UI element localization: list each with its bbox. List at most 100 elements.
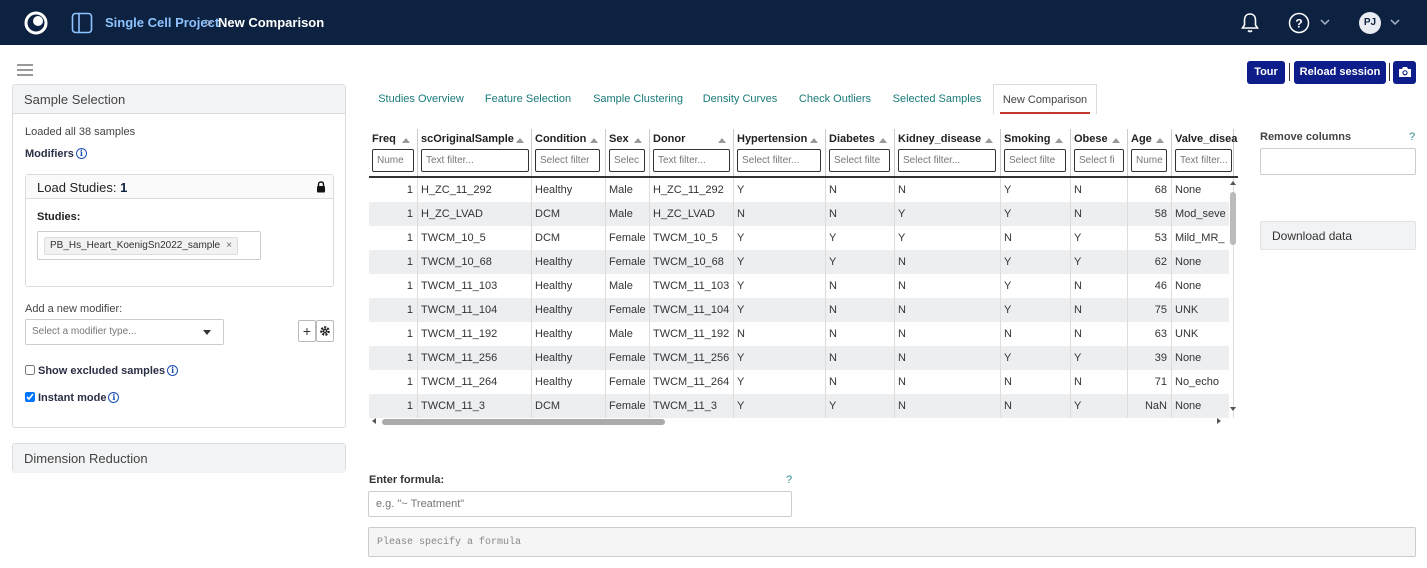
hamburger-icon[interactable] [17,64,33,76]
modifier-settings-button[interactable] [316,320,334,342]
help-icon[interactable]: ? [1288,12,1310,34]
column-filter-input[interactable]: Select filter... [898,149,996,172]
sort-icon[interactable] [879,138,887,143]
reload-session-button[interactable]: Reload session [1294,61,1386,84]
sample-selection-title[interactable]: Sample Selection [13,85,345,114]
table-row[interactable]: 1 TWCM_11_3 DCM Female TWCM_11_3 Y Y N N Y NaN None [369,394,1234,418]
tab-studies-overview[interactable]: Studies Overview [368,84,474,114]
column-header-sex[interactable]: Sex Selec [606,129,650,177]
sort-icon[interactable] [634,138,642,143]
column-header-age[interactable]: Age Nume [1128,129,1172,177]
column-header-scoriginalsample[interactable]: scOriginalSample Text filter... [418,129,532,177]
sort-icon[interactable] [1112,138,1120,143]
scroll-down-icon[interactable] [1230,407,1236,411]
show-excluded-toggle[interactable]: Show excluded samples i [25,365,179,377]
column-header-diabetes[interactable]: Diabetes Select filte [826,129,895,177]
instant-mode-toggle[interactable]: Instant mode i [25,392,120,404]
sort-icon[interactable] [985,138,993,143]
tab-new-comparison[interactable]: New Comparison [993,84,1097,114]
tab-check-outliers[interactable]: Check Outliers [794,84,876,114]
column-filter-input[interactable]: Nume [1131,149,1167,172]
show-excluded-checkbox[interactable] [25,365,35,375]
tab-sample-clustering[interactable]: Sample Clustering [586,84,690,114]
column-header-freq[interactable]: Freq Nume [369,129,418,177]
instant-mode-checkbox[interactable] [25,392,35,402]
column-title[interactable]: Freq [372,133,396,145]
table-row[interactable]: 1 TWCM_10_68 Healthy Female TWCM_10_68 Y Y N Y Y 6… [369,250,1234,274]
vertical-scrollbar[interactable] [1229,178,1238,416]
scroll-left-icon[interactable] [372,418,376,424]
column-header-kidney-disease[interactable]: Kidney_disease Select filter... [895,129,1001,177]
column-header-donor[interactable]: Donor Text filter... [650,129,734,177]
table-row[interactable]: 1 TWCM_11_103 Healthy Male TWCM_11_103 Y N N Y N 4… [369,274,1234,298]
column-title[interactable]: Valve_disea [1175,133,1237,145]
tour-button[interactable]: Tour [1247,61,1285,84]
lock-icon[interactable] [316,181,326,193]
sort-icon[interactable] [1055,138,1063,143]
table-row[interactable]: 1 TWCM_11_264 Healthy Female TWCM_11_264 Y N N N… [369,370,1234,394]
horizontal-scroll-thumb[interactable] [382,419,665,425]
modifier-type-select[interactable]: Select a modifier type... [25,319,224,345]
download-data-button[interactable]: Download data [1260,221,1416,250]
column-title[interactable]: Kidney_disease [898,133,981,145]
column-header-hypertension[interactable]: Hypertension Select filter... [734,129,826,177]
column-header-smoking[interactable]: Smoking Select filte [1001,129,1071,177]
column-filter-input[interactable]: Text filter... [1175,149,1232,172]
tab-density-curves[interactable]: Density Curves [698,84,782,114]
column-filter-input[interactable]: Select fi [1074,149,1124,172]
scroll-up-icon[interactable] [1230,181,1236,185]
column-title[interactable]: Obese [1074,133,1108,145]
sort-icon[interactable] [810,138,818,143]
formula-help-icon[interactable]: ? [786,474,792,486]
breadcrumb-project[interactable]: Single Cell Project [105,15,219,30]
sort-icon[interactable] [402,138,410,143]
dimension-reduction-title[interactable]: Dimension Reduction [13,444,345,473]
column-filter-input[interactable]: Select filte [1004,149,1066,172]
sort-icon[interactable] [1156,138,1164,143]
dimension-reduction-panel[interactable]: Dimension Reduction [12,443,346,473]
sort-icon[interactable] [516,138,524,143]
column-header-condition[interactable]: Condition Select filter [532,129,606,177]
column-header-obese[interactable]: Obese Select fi [1071,129,1128,177]
column-title[interactable]: Smoking [1004,133,1050,145]
column-filter-input[interactable]: Select filter [535,149,600,172]
column-title[interactable]: scOriginalSample [421,133,514,145]
table-row[interactable]: 1 TWCM_11_104 Healthy Female TWCM_11_104 Y N N Y… [369,298,1234,322]
info-icon[interactable]: i [167,365,179,376]
avatar[interactable]: PJ [1359,12,1381,34]
column-filter-input[interactable]: Select filter... [737,149,821,172]
vertical-scroll-thumb[interactable] [1230,192,1236,245]
table-row[interactable]: 1 H_ZC_LVAD DCM Male H_ZC_LVAD N N Y Y N 58 Mod_sev… [369,202,1234,226]
formula-input[interactable] [368,491,792,517]
remove-columns-select[interactable] [1260,148,1416,175]
table-row[interactable]: 1 TWCM_11_256 Healthy Female TWCM_11_256 Y N N Y… [369,346,1234,370]
remove-columns-help-icon[interactable]: ? [1409,131,1415,143]
column-title[interactable]: Condition [535,133,586,145]
column-header-valve-disease[interactable]: Valve_disea Text filter... [1172,129,1237,177]
horizontal-scrollbar[interactable] [369,416,1229,427]
column-filter-input[interactable]: Nume [372,149,414,172]
table-row[interactable]: 1 H_ZC_11_292 Healthy Male H_ZC_11_292 Y N N Y N 6… [369,178,1234,202]
info-icon[interactable]: i [75,148,87,159]
column-filter-input[interactable]: Text filter... [653,149,730,172]
table-row[interactable]: 1 TWCM_10_5 DCM Female TWCM_10_5 Y Y Y N Y 53 Mild_… [369,226,1234,250]
screenshot-button[interactable] [1393,61,1416,84]
column-title[interactable]: Sex [609,133,629,145]
sort-icon[interactable] [590,138,598,143]
studies-select[interactable]: PB_Hs_Heart_KoenigSn2022_sample × [37,231,261,260]
column-title[interactable]: Diabetes [829,133,875,145]
column-filter-input[interactable]: Selec [609,149,645,172]
scroll-right-icon[interactable] [1217,418,1221,424]
chevron-down-icon[interactable] [1320,18,1330,26]
table-row[interactable]: 1 TWCM_11_192 Healthy Male TWCM_11_192 N N N N N 6… [369,322,1234,346]
info-icon[interactable]: i [108,392,120,403]
sort-icon[interactable] [718,138,726,143]
chevron-down-icon[interactable] [1390,18,1400,26]
bell-icon[interactable] [1240,12,1260,34]
column-title[interactable]: Hypertension [737,133,807,145]
add-modifier-button[interactable]: + [298,320,316,342]
column-title[interactable]: Donor [653,133,685,145]
tab-selected-samples[interactable]: Selected Samples [888,84,986,114]
column-filter-input[interactable]: Select filte [829,149,890,172]
tab-feature-selection[interactable]: Feature Selection [478,84,578,114]
